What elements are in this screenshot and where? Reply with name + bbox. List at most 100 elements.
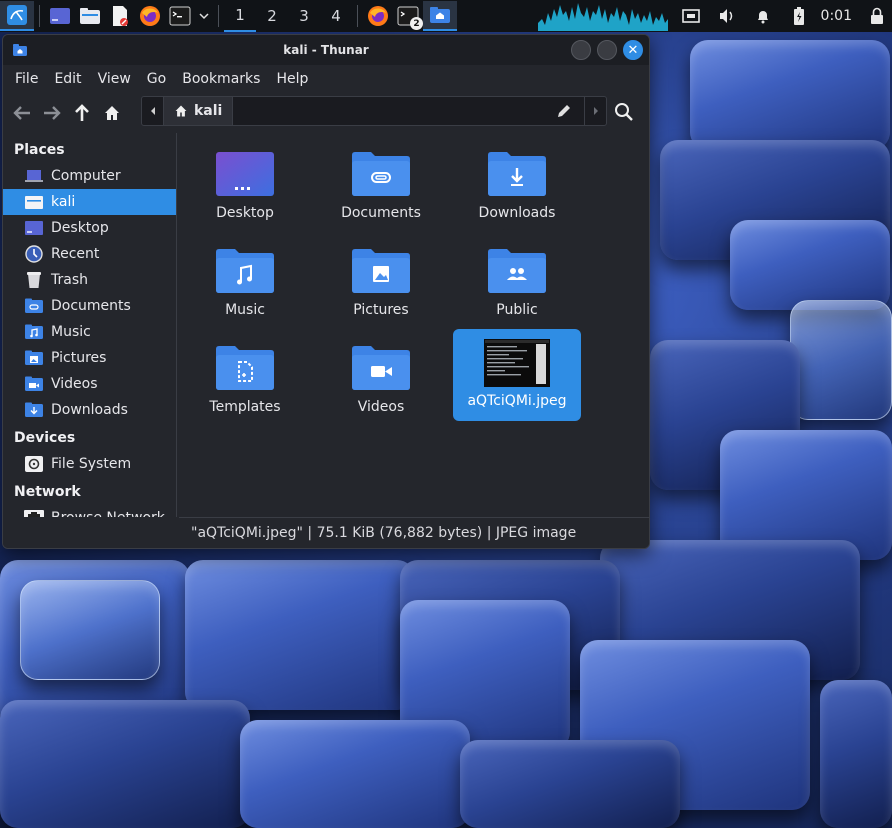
sidebar-item-videos[interactable]: Videos [3, 371, 176, 397]
thunar-window: kali - Thunar ✕ File Edit View Go Bookma… [2, 34, 650, 549]
volume-button[interactable] [709, 0, 745, 32]
file-name: Downloads [478, 205, 556, 221]
downloads-folder-icon [25, 402, 43, 417]
file-item-pictures[interactable]: Pictures [317, 236, 445, 324]
bell-icon [757, 11, 768, 24]
kali-menu-button[interactable] [0, 1, 34, 31]
sidebar-item-label: Pictures [51, 350, 107, 366]
window-titlebar[interactable]: kali - Thunar ✕ [3, 35, 649, 65]
sidebar-item-music[interactable]: Music [3, 319, 176, 345]
forward-button[interactable] [37, 98, 67, 128]
sidebar-heading-devices: Devices [14, 430, 76, 446]
back-button[interactable] [7, 98, 37, 128]
minimize-button[interactable] [571, 40, 591, 60]
menu-file[interactable]: File [7, 71, 46, 87]
chevron-left-icon [150, 107, 155, 115]
close-button[interactable]: ✕ [623, 40, 643, 60]
sidebar: Places Computer kali Desktop Recent Tras… [3, 133, 177, 526]
maximize-button[interactable] [597, 40, 617, 60]
menu-bookmarks[interactable]: Bookmarks [174, 71, 268, 87]
terminal-launcher[interactable] [165, 1, 195, 31]
sidebar-item-label: File System [51, 456, 132, 472]
firefox-launcher[interactable] [135, 1, 165, 31]
home-icon [105, 106, 119, 120]
sidebar-item-trash[interactable]: Trash [3, 267, 176, 293]
notifications-button[interactable] [745, 0, 781, 32]
menu-view[interactable]: View [90, 71, 139, 87]
task-terminal[interactable]: 2 [393, 1, 423, 31]
cpu-load-graph [538, 3, 668, 31]
file-manager-launcher[interactable] [75, 1, 105, 31]
home-folder-icon [25, 196, 43, 209]
text-editor-launcher[interactable] [105, 1, 135, 31]
launcher-dropdown-button[interactable] [195, 1, 213, 31]
file-item-videos[interactable]: Videos [317, 333, 445, 421]
clock[interactable]: 0:01 [817, 8, 862, 24]
window-controls: ✕ [571, 40, 643, 60]
search-button[interactable] [611, 99, 637, 125]
file-item-music[interactable]: Music [181, 236, 309, 324]
lock-icon [871, 7, 883, 24]
parent-folder-button[interactable] [67, 98, 97, 128]
path-label: kali [194, 103, 223, 119]
desktop-icon [50, 8, 70, 24]
wallpaper-cube [240, 720, 470, 828]
text-editor-icon [113, 6, 128, 26]
sidebar-item-kali[interactable]: kali [3, 189, 176, 215]
network-status-button[interactable] [673, 0, 709, 32]
home-button[interactable] [97, 98, 127, 128]
task-thunar[interactable] [423, 1, 457, 31]
file-item-aqtciqmi-jpeg[interactable]: aQTciQMi.jpeg [453, 329, 581, 421]
workspace-4[interactable]: 4 [320, 0, 352, 32]
file-item-documents[interactable]: Documents [317, 139, 445, 227]
sidebar-item-label: Downloads [51, 402, 128, 418]
show-desktop-button[interactable] [45, 1, 75, 31]
speaker-icon [719, 9, 732, 23]
path-scroll-left-button[interactable] [142, 97, 164, 125]
file-item-downloads[interactable]: Downloads [453, 139, 581, 227]
path-button-home[interactable]: kali [164, 97, 234, 125]
home-icon [175, 105, 187, 117]
panel-separator [39, 5, 40, 27]
lock-screen-button[interactable] [862, 0, 892, 32]
menu-edit[interactable]: Edit [46, 71, 89, 87]
sidebar-item-documents[interactable]: Documents [3, 293, 176, 319]
sidebar-item-label: Documents [51, 298, 131, 314]
sidebar-item-file-system[interactable]: File System [3, 451, 176, 477]
desktop-icon [25, 221, 43, 235]
desktop-folder-icon [216, 152, 274, 196]
file-name: Pictures [353, 302, 409, 318]
file-item-desktop[interactable]: Desktop [181, 139, 309, 227]
sidebar-item-desktop[interactable]: Desktop [3, 215, 176, 241]
location-bar: kali [141, 96, 607, 126]
sidebar-heading-places: Places [14, 142, 65, 158]
workspace-3[interactable]: 3 [288, 0, 320, 32]
power-status-button[interactable] [781, 0, 817, 32]
workspace-1[interactable]: 1 [224, 0, 256, 32]
workspace-2[interactable]: 2 [256, 0, 288, 32]
close-icon: ✕ [627, 42, 639, 58]
ethernet-icon [681, 9, 700, 23]
pencil-icon[interactable] [556, 103, 572, 119]
arrow-left-icon [13, 106, 30, 120]
file-item-public[interactable]: Public [453, 236, 581, 324]
image-thumbnail-icon [484, 339, 550, 387]
path-scroll-right-button[interactable] [584, 97, 606, 125]
menu-help[interactable]: Help [268, 71, 316, 87]
file-item-templates[interactable]: Templates [181, 333, 309, 421]
statusbar: "aQTciQMi.jpeg" | 75.1 KiB (76,882 bytes… [3, 517, 649, 548]
sidebar-item-pictures[interactable]: Pictures [3, 345, 176, 371]
task-firefox[interactable] [363, 1, 393, 31]
sidebar-item-computer[interactable]: Computer [3, 163, 176, 189]
sidebar-item-recent[interactable]: Recent [3, 241, 176, 267]
templates-folder-icon [216, 346, 274, 390]
sidebar-item-downloads[interactable]: Downloads [3, 397, 176, 423]
menu-go[interactable]: Go [139, 71, 174, 87]
sidebar-heading-network: Network [14, 484, 81, 500]
statusbar-divider [179, 517, 649, 518]
file-icon-view[interactable]: Desktop Documents Downloads Music Pictur… [177, 133, 649, 517]
status-text: "aQTciQMi.jpeg" | 75.1 KiB (76,882 bytes… [191, 524, 577, 541]
home-folder-icon [13, 44, 27, 56]
file-name: Public [496, 302, 538, 318]
recent-icon [25, 245, 43, 263]
